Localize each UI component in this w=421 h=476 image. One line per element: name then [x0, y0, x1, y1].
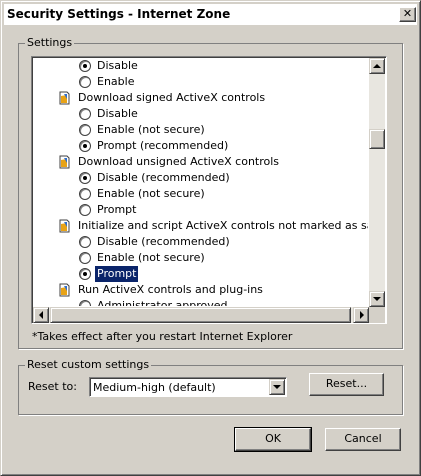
settings-group-label: Settings [25, 36, 75, 49]
settings-rows: Disable Enable Download signed ActiveX con… [34, 57, 368, 306]
setting-category-label: Download unsigned ActiveX controls [78, 155, 280, 168]
setting-option-label: Administrator approved [97, 299, 228, 306]
activex-setting-icon [59, 91, 70, 105]
chevron-down-icon [273, 385, 281, 389]
reset-to-label: Reset to: [28, 380, 77, 393]
scrollbar-corner [369, 307, 385, 323]
reset-button[interactable]: Reset... [309, 373, 384, 396]
vertical-scrollbar[interactable] [369, 58, 385, 307]
title-bar[interactable]: Security Settings - Internet Zone ✕ [4, 4, 417, 25]
cancel-button[interactable]: Cancel [325, 428, 401, 451]
dialog-window: Security Settings - Internet Zone ✕ Sett… [0, 0, 421, 476]
setting-option-label: Enable [97, 75, 135, 88]
setting-option-label: Prompt (recommended) [97, 139, 229, 152]
radio-unchecked-icon[interactable] [79, 108, 91, 120]
scroll-down-button[interactable] [369, 291, 385, 307]
scroll-left-button[interactable] [33, 307, 49, 323]
cancel-button-label: Cancel [344, 432, 382, 445]
radio-unchecked-icon[interactable] [79, 76, 91, 88]
activex-setting-icon [59, 155, 70, 169]
radio-unchecked-icon[interactable] [79, 188, 91, 200]
activex-setting-icon [59, 283, 70, 297]
radio-checked-icon[interactable] [79, 60, 91, 72]
reset-button-label: Reset... [325, 377, 368, 390]
radio-unchecked-icon[interactable] [79, 300, 91, 306]
reset-level-value: Medium-high (default) [93, 381, 216, 394]
scroll-up-button[interactable] [369, 58, 385, 74]
setting-option-label: Enable (not secure) [97, 251, 205, 264]
setting-option-label: Disable [97, 107, 138, 120]
scroll-right-button[interactable] [353, 307, 369, 323]
settings-list[interactable]: Disable Enable Download signed ActiveX con… [31, 56, 387, 324]
vertical-scroll-thumb[interactable] [369, 129, 385, 149]
close-icon: ✕ [402, 7, 413, 20]
activex-setting-icon [59, 219, 70, 233]
arrow-left-icon [39, 311, 43, 319]
setting-option-label: Prompt [97, 203, 137, 216]
setting-option-label: Disable (recommended) [97, 235, 230, 248]
setting-category-label: Download signed ActiveX controls [78, 91, 266, 104]
reset-group-label: Reset custom settings [25, 358, 152, 371]
close-button[interactable]: ✕ [399, 7, 416, 22]
radio-checked-icon[interactable] [79, 268, 91, 280]
setting-option-label: Disable (recommended) [97, 171, 230, 184]
arrow-up-icon [373, 64, 381, 68]
setting-option-label: Disable [97, 59, 138, 72]
reset-level-select[interactable]: Medium-high (default) [89, 377, 287, 397]
ok-button-label: OK [265, 432, 281, 445]
setting-option-label: Enable (not secure) [97, 123, 205, 136]
setting-category-label: Run ActiveX controls and plug-ins [78, 283, 263, 296]
radio-checked-icon[interactable] [79, 172, 91, 184]
setting-option-label: Prompt [95, 266, 139, 282]
arrow-down-icon [373, 297, 381, 301]
radio-checked-icon[interactable] [79, 140, 91, 152]
setting-option-label: Enable (not secure) [97, 187, 205, 200]
radio-unchecked-icon[interactable] [79, 204, 91, 216]
restart-note: *Takes effect after you restart Internet… [32, 330, 293, 343]
radio-unchecked-icon[interactable] [79, 236, 91, 248]
horizontal-scrollbar[interactable] [33, 307, 369, 323]
radio-unchecked-icon[interactable] [79, 124, 91, 136]
setting-category-label: Initialize and script ActiveX controls n… [78, 219, 368, 232]
arrow-right-icon [360, 311, 364, 319]
radio-unchecked-icon[interactable] [79, 252, 91, 264]
horizontal-scroll-thumb[interactable] [50, 307, 351, 323]
ok-button[interactable]: OK [234, 427, 312, 452]
window-title: Security Settings - Internet Zone [7, 7, 231, 21]
reset-level-dropdown-button[interactable] [269, 379, 285, 395]
